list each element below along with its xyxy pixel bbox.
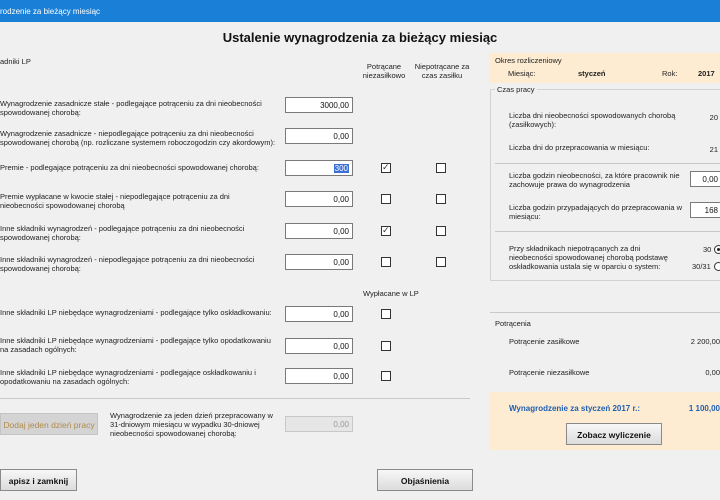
input-lp-opodatkowanie[interactable]: 0,00 — [285, 338, 353, 354]
zobacz-wyliczenie-button[interactable]: Zobacz wyliczenie — [566, 423, 662, 445]
checkbox-inne-podl-potracane[interactable] — [381, 225, 391, 236]
checkbox-lp-oskl-opod[interactable] — [381, 371, 391, 381]
row-label-wyn-zasadnicze-niepodl: Wynagrodzenie zasadnicze - niepodlegając… — [0, 129, 276, 147]
row-label-lp-oskl-opod: Inne składniki LP niebędące wynagrodzeni… — [0, 368, 256, 386]
wynagrodzenie-value: 1 100,00 — [688, 404, 720, 413]
checkbox-lp-opodatkowanie[interactable] — [381, 341, 391, 351]
czas-pracy-label: Czas pracy — [495, 85, 537, 94]
radio-opt-3031-label: 30/31 — [692, 262, 711, 271]
row-label-premie: Premie - podlegające potrąceniu za dni n… — [0, 163, 259, 172]
col-header-niepotracane: Niepotrącane za czas zasiłku — [414, 62, 470, 80]
divider — [495, 231, 720, 232]
row-label-lp-opodatkowanie: Inne składniki LP niebędące wynagrodzeni… — [0, 336, 271, 354]
godz-label-nieobecnosci: Liczba godzin nieobecności, za które pra… — [509, 171, 680, 189]
czas-value-dni-choroby: 20 — [709, 113, 718, 122]
checkbox-lp-oskladkowanie[interactable] — [381, 309, 391, 319]
checkbox-inne-podl-niepotracane[interactable] — [436, 226, 446, 236]
czas-label-dni-choroby: Liczba dni nieobecności spowodowanych ch… — [509, 111, 676, 129]
potr-zas-label: Potrącenie zasiłkowe — [509, 337, 580, 346]
okres-label: Okres rozliczeniowy — [495, 56, 562, 65]
checkbox-inne-niepodl-potracane[interactable] — [381, 257, 391, 267]
section-label-skladniki: adniki LP — [0, 57, 31, 66]
col-header-potracane: Potrącane niezasiłkowo — [362, 62, 406, 80]
godz-label-do-przepracowania: Liczba godzin przypadających do przeprac… — [509, 203, 683, 221]
input-godz-nieobecnosci[interactable]: 0,00 — [690, 171, 720, 187]
row-label-premie-stale: Premie wypłacane w kwocie stałej - niepo… — [0, 192, 230, 210]
divider — [0, 398, 470, 399]
checkbox-inne-niepodl-niepotracane[interactable] — [436, 257, 446, 267]
checkbox-premie-potracane[interactable] — [381, 162, 391, 173]
potr-niezas-label: Potrącenie niezasiłkowe — [509, 368, 590, 377]
input-per-day: 0,00 — [285, 416, 353, 432]
window-title-bar: rodzenie za bieżący miesiąc — [0, 0, 720, 22]
per-day-label: Wynagrodzenie za jeden dzień przepracowa… — [110, 411, 273, 438]
row-label-wyn-zasadnicze-stale: Wynagrodzenie zasadnicze stałe - podlega… — [0, 99, 262, 117]
rok-label: Rok: — [662, 69, 678, 78]
checkbox-premie-stale-potracane[interactable] — [381, 194, 391, 204]
miesiac-value: styczeń — [578, 69, 606, 78]
wynagrodzenie-label: Wynagrodzenie za styczeń 2017 r.: — [509, 404, 641, 413]
zapisz-zamknij-button[interactable]: apisz i zamknij — [0, 469, 77, 491]
czas-label-dni-pracy: Liczba dni do przepracowania w miesiącu: — [509, 143, 650, 152]
objasnienia-button[interactable]: Objaśnienia — [377, 469, 473, 491]
input-premie-stale[interactable]: 0,00 — [285, 191, 353, 207]
row-label-inne-niepodl: Inne składniki wynagrodzeń - niepodlegaj… — [0, 255, 255, 273]
checkbox-premie-stale-niepotracane[interactable] — [436, 194, 446, 204]
input-wyn-zasadnicze-stale[interactable]: 3000,00 — [285, 97, 353, 113]
window-title: rodzenie za bieżący miesiąc — [0, 7, 101, 16]
input-lp-oskladkowanie[interactable]: 0,00 — [285, 306, 353, 322]
checkbox-premie-niepotracane[interactable] — [436, 163, 446, 173]
input-premie[interactable]: 300 — [285, 160, 353, 176]
row-label-lp-oskladkowanie: Inne składniki LP niebędące wynagrodzeni… — [0, 308, 272, 317]
radio-opt-30-label: 30 — [703, 245, 712, 254]
potracenia-label: Potrącenia — [495, 319, 531, 328]
potr-zas-value: 2 200,00 — [690, 337, 720, 346]
input-inne-niepodl[interactable]: 0,00 — [285, 254, 353, 270]
rok-value: 2017 — [698, 69, 715, 78]
radio-label-system: Przy składnikach niepotrącanych za dni n… — [509, 244, 668, 271]
potr-niezas-value: 0,00 — [705, 368, 720, 377]
czas-value-dni-pracy: 21 — [709, 145, 718, 154]
input-lp-oskl-opod[interactable]: 0,00 — [285, 368, 353, 384]
miesiac-label: Miesiąc: — [508, 69, 536, 78]
radio-30-31[interactable] — [714, 262, 720, 271]
input-inne-podl[interactable]: 0,00 — [285, 223, 353, 239]
col-header-wyplacane: Wypłacane w LP — [363, 289, 419, 298]
input-godz-do-przepracowania[interactable]: 168 — [690, 202, 720, 218]
divider — [490, 312, 720, 313]
radio-30[interactable] — [714, 245, 720, 254]
input-wyn-zasadnicze-niepodl[interactable]: 0,00 — [285, 128, 353, 144]
page-title: Ustalenie wynagrodzenia za bieżący miesi… — [222, 30, 498, 45]
add-day-button[interactable]: Dodaj jeden dzień pracy — [0, 413, 98, 435]
row-label-inne-podl: Inne składniki wynagrodzeń - podlegające… — [0, 224, 245, 242]
divider — [495, 163, 720, 164]
